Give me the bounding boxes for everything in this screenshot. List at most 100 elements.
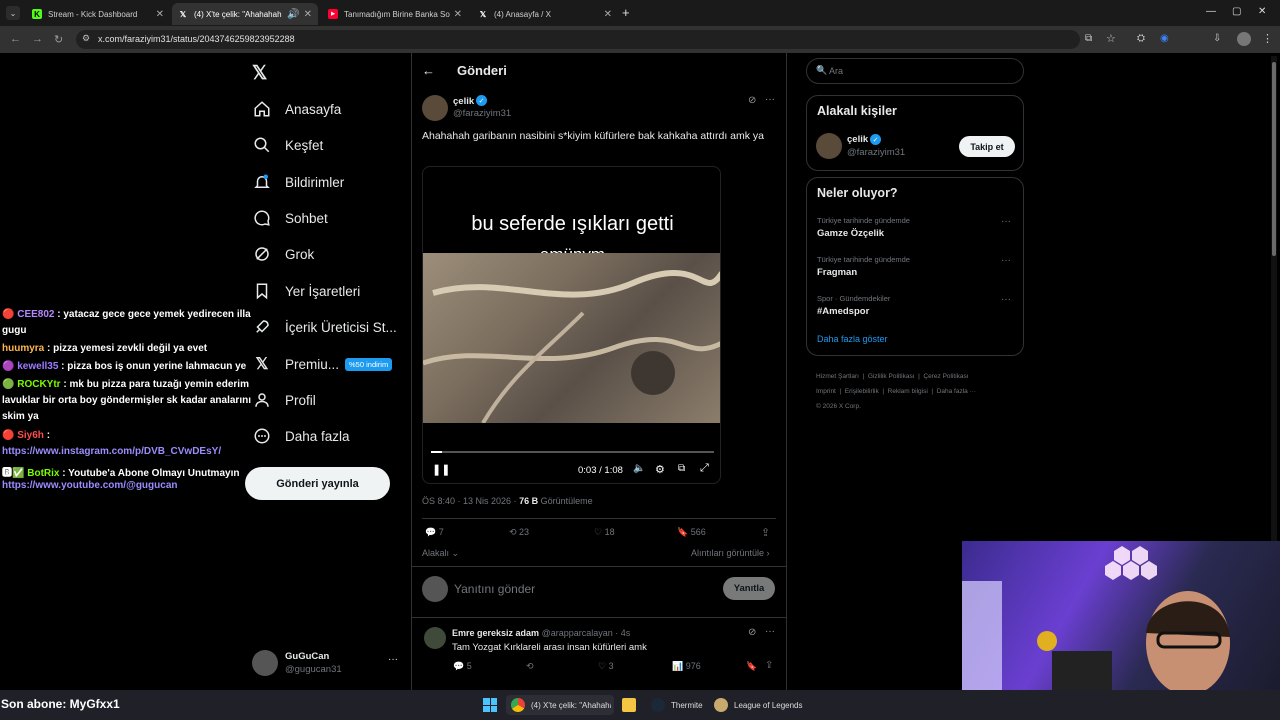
video-player[interactable]: bu seferde ışıkları getti amünym ❚❚ 0:03… <box>422 166 721 484</box>
taskbar-item-chrome[interactable]: (4) X'te çelik: "Ahahahah <box>506 695 614 715</box>
footer-link[interactable]: Daha fazla ··· <box>937 388 976 395</box>
url-text[interactable]: x.com/faraziyim31/status/204374625982395… <box>98 34 295 44</box>
close-tab-icon[interactable]: ✕ <box>454 9 462 20</box>
scrollbar-thumb[interactable] <box>1272 62 1276 256</box>
grok-icon[interactable]: ⊘ <box>748 627 756 638</box>
share-icon[interactable]: ⇪ <box>761 526 770 539</box>
reload-icon[interactable]: ↻ <box>54 33 63 46</box>
more-icon[interactable]: ··· <box>765 94 775 105</box>
back-icon[interactable]: ← <box>10 33 21 45</box>
related-name[interactable]: çelik <box>847 134 868 145</box>
close-window-icon[interactable]: ✕ <box>1258 6 1266 17</box>
avatar[interactable] <box>424 627 446 649</box>
grok-icon[interactable]: ⊘ <box>748 95 756 106</box>
avatar[interactable] <box>422 95 448 121</box>
avatar[interactable] <box>816 133 842 159</box>
close-tab-icon[interactable]: ✕ <box>304 9 312 20</box>
close-tab-icon[interactable]: ✕ <box>604 9 612 20</box>
related-dropdown[interactable]: Alakalı ⌄ <box>422 548 459 559</box>
footer-link[interactable]: Erişilebilirlik <box>845 388 879 395</box>
footer-link[interactable]: Reklam bilgisi <box>888 388 928 395</box>
like-action[interactable]: ♡ 18 <box>594 527 615 538</box>
browser-tab[interactable]: 𝕏 (4) Anasayfa / X ✕ <box>472 3 618 25</box>
minimize-icon[interactable]: — <box>1206 6 1216 17</box>
browser-tab-active[interactable]: 𝕏 (4) X'te çelik: "Ahahahah gar 🔊 ✕ <box>172 3 318 25</box>
reply-action[interactable]: 💬 7 <box>425 527 444 538</box>
new-tab-button[interactable]: + <box>622 5 630 20</box>
footer-link[interactable]: Hizmet Şartları <box>816 373 859 380</box>
speaker-icon[interactable]: 🔊 <box>287 9 299 20</box>
extensions-icon[interactable]: ⛭ <box>1137 33 1145 44</box>
reply-input[interactable]: Yanıtını gönder <box>454 582 535 596</box>
bookmark-icon[interactable]: 🔖 <box>746 661 757 672</box>
chat-link[interactable]: https://www.youtube.com/@gugucan <box>2 480 178 491</box>
views-action[interactable]: 📊 976 <box>672 661 701 672</box>
maximize-icon[interactable]: ▢ <box>1232 6 1241 17</box>
browser-tab[interactable]: K Stream - Kick Dashboard ✕ <box>26 3 170 25</box>
footer-link[interactable]: Imprint <box>816 388 836 395</box>
account-switcher[interactable]: GuGuCan @gugucan31 ··· <box>252 648 402 678</box>
footer-link[interactable]: Gizlilik Politikası <box>868 373 915 380</box>
more-icon[interactable]: ··· <box>1001 294 1011 305</box>
site-info-icon[interactable]: ⚙ <box>82 33 90 44</box>
browser-tab[interactable]: ▶ Tanımadığım Birine Banka Soyc ✕ <box>322 3 468 25</box>
settings-icon[interactable]: ⚙ <box>655 463 665 476</box>
taskbar-item-thermite[interactable]: Thermite <box>651 695 703 715</box>
more-icon[interactable]: ··· <box>1001 255 1011 266</box>
menu-icon[interactable]: ⋮ <box>1262 32 1273 45</box>
reply-author-handle[interactable]: @arapparcalayan <box>542 628 613 638</box>
x-logo-icon[interactable]: 𝕏 <box>252 62 267 85</box>
sidebar-item-premium[interactable]: 𝕏 Premiu... %50 indirim <box>252 352 393 376</box>
reply-author-name[interactable]: Emre gereksiz adam <box>452 628 539 638</box>
bookmark-action[interactable]: 🔖 566 <box>677 527 706 538</box>
profile-avatar-icon[interactable] <box>1237 32 1251 46</box>
repost-action[interactable]: ⟲ 23 <box>509 527 529 538</box>
taskbar-item-explorer[interactable] <box>622 695 642 715</box>
trend-item[interactable]: Türkiye tarihinde gündemde Gamze Özçelik… <box>807 214 1023 248</box>
post-button[interactable]: Gönderi yayınla <box>245 467 390 500</box>
more-icon[interactable]: ··· <box>1001 216 1011 227</box>
windows-start-icon[interactable] <box>483 698 497 712</box>
trend-item[interactable]: Spor · Gündemdekiler #Amedspor ··· <box>807 292 1023 326</box>
sidebar-item-grok[interactable]: Grok <box>252 242 314 266</box>
download-icon[interactable]: ⇩ <box>1213 33 1221 44</box>
sidebar-item-more[interactable]: Daha fazla <box>252 424 350 448</box>
sidebar-item-creator-studio[interactable]: İçerik Üreticisi St... <box>252 315 397 339</box>
forward-icon[interactable]: → <box>32 33 43 45</box>
trend-item[interactable]: Türkiye tarihinde gündemde Fragman ··· <box>807 253 1023 287</box>
share-icon[interactable]: ⇪ <box>765 660 773 671</box>
related-handle[interactable]: @faraziyim31 <box>847 147 905 158</box>
install-icon[interactable]: ⧉ <box>1085 33 1092 44</box>
search-box[interactable]: 🔍 Ara <box>806 58 1024 84</box>
close-tab-icon[interactable]: ✕ <box>156 9 164 20</box>
reply-action[interactable]: 💬 5 <box>453 661 472 672</box>
author-name[interactable]: çelik <box>453 96 474 107</box>
view-quotes-link[interactable]: Alıntıları görüntüle › <box>691 548 770 558</box>
pause-icon[interactable]: ❚❚ <box>432 463 450 476</box>
sidebar-item-notifications[interactable]: Bildirimler <box>252 170 344 194</box>
reply-button[interactable]: Yanıtla <box>723 577 775 600</box>
sidebar-item-profile[interactable]: Profil <box>252 388 316 412</box>
video-progress-track[interactable] <box>431 451 714 453</box>
show-more-link[interactable]: Daha fazla göster <box>817 334 888 344</box>
chat-link[interactable]: https://www.instagram.com/p/DVB_CVwDEsY/ <box>2 446 221 457</box>
sidebar-item-explore[interactable]: Keşfet <box>252 133 323 157</box>
sidebar-item-chat[interactable]: Sohbet <box>252 206 328 230</box>
footer-link[interactable]: Çerez Politikası <box>923 373 968 380</box>
back-arrow-icon[interactable]: ← <box>422 63 435 78</box>
pip-icon[interactable]: ⧉ <box>678 463 685 474</box>
more-icon[interactable]: ··· <box>765 626 775 637</box>
author-handle[interactable]: @faraziyim31 <box>453 108 511 119</box>
like-action[interactable]: ♡ 3 <box>598 661 614 672</box>
fullscreen-icon[interactable]: ⤢ <box>700 462 709 475</box>
star-icon[interactable]: ☆ <box>1106 32 1116 45</box>
sidebar-item-home[interactable]: Anasayfa <box>252 97 341 121</box>
sidebar-item-bookmarks[interactable]: Yer İşaretleri <box>252 279 360 303</box>
repost-action[interactable]: ⟲ <box>526 661 534 672</box>
extension-icon[interactable]: ◉ <box>1160 33 1169 44</box>
taskbar-item-league[interactable]: League of Legends <box>714 695 803 715</box>
more-icon[interactable]: ··· <box>388 654 398 665</box>
volume-icon[interactable]: 🔈 <box>633 463 645 474</box>
follow-button[interactable]: Takip et <box>959 136 1015 157</box>
tab-search-icon[interactable]: ⌄ <box>6 6 20 20</box>
